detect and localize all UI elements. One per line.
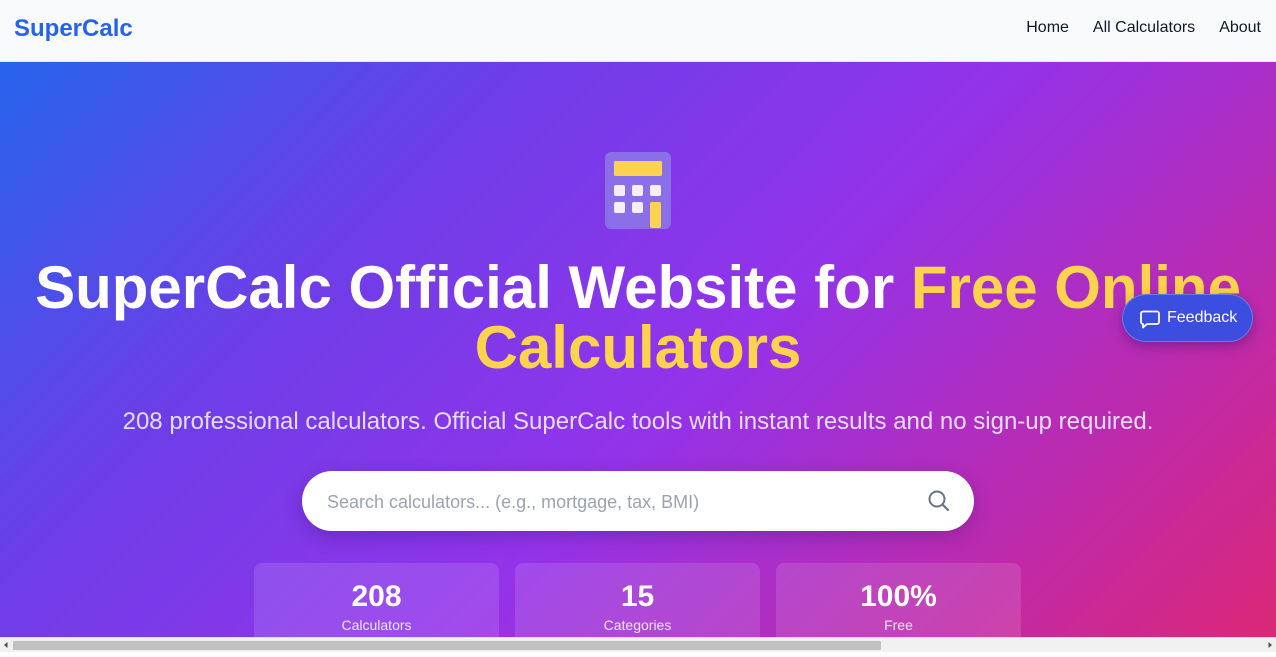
stat-label: Free [884, 617, 913, 633]
feedback-button[interactable]: Feedback [1122, 294, 1253, 342]
search-icon[interactable] [926, 488, 952, 514]
top-navbar: SuperCalc Home All Calculators About [0, 0, 1276, 62]
hero-title-main: SuperCalc Official Website for [35, 254, 911, 321]
nav-links: Home All Calculators About [1026, 19, 1261, 37]
stat-card-calculators: 208 Calculators [254, 563, 499, 637]
stat-value: 15 [620, 580, 655, 613]
stat-value: 208 [351, 580, 402, 613]
chat-bubble-icon [1139, 308, 1161, 330]
nav-link-home[interactable]: Home [1026, 19, 1069, 37]
scroll-right-arrow-icon[interactable] [1264, 638, 1276, 652]
stat-card-free: 100% Free [776, 563, 1021, 637]
stat-value: 100% [860, 580, 937, 613]
hero-title: SuperCalc Official Website for Free Onli… [0, 258, 1276, 378]
stat-label: Calculators [341, 617, 412, 633]
calculator-icon [603, 152, 673, 232]
search-input[interactable] [325, 471, 909, 533]
scrollbar-thumb[interactable] [13, 641, 881, 650]
stat-label: Categories [603, 617, 672, 633]
hero-subtitle: 208 professional calculators. Official S… [122, 408, 1154, 435]
nav-link-all-calculators[interactable]: All Calculators [1093, 19, 1195, 37]
hero-section: SuperCalc Official Website for Free Onli… [0, 62, 1276, 637]
stat-card-categories: 15 Categories [515, 563, 760, 637]
feedback-label: Feedback [1167, 309, 1238, 326]
search-bar [302, 471, 974, 533]
nav-link-about[interactable]: About [1219, 19, 1261, 37]
scroll-left-arrow-icon[interactable] [0, 638, 12, 652]
brand-logo-link[interactable]: SuperCalc [14, 15, 133, 43]
horizontal-scrollbar[interactable] [0, 637, 1276, 652]
